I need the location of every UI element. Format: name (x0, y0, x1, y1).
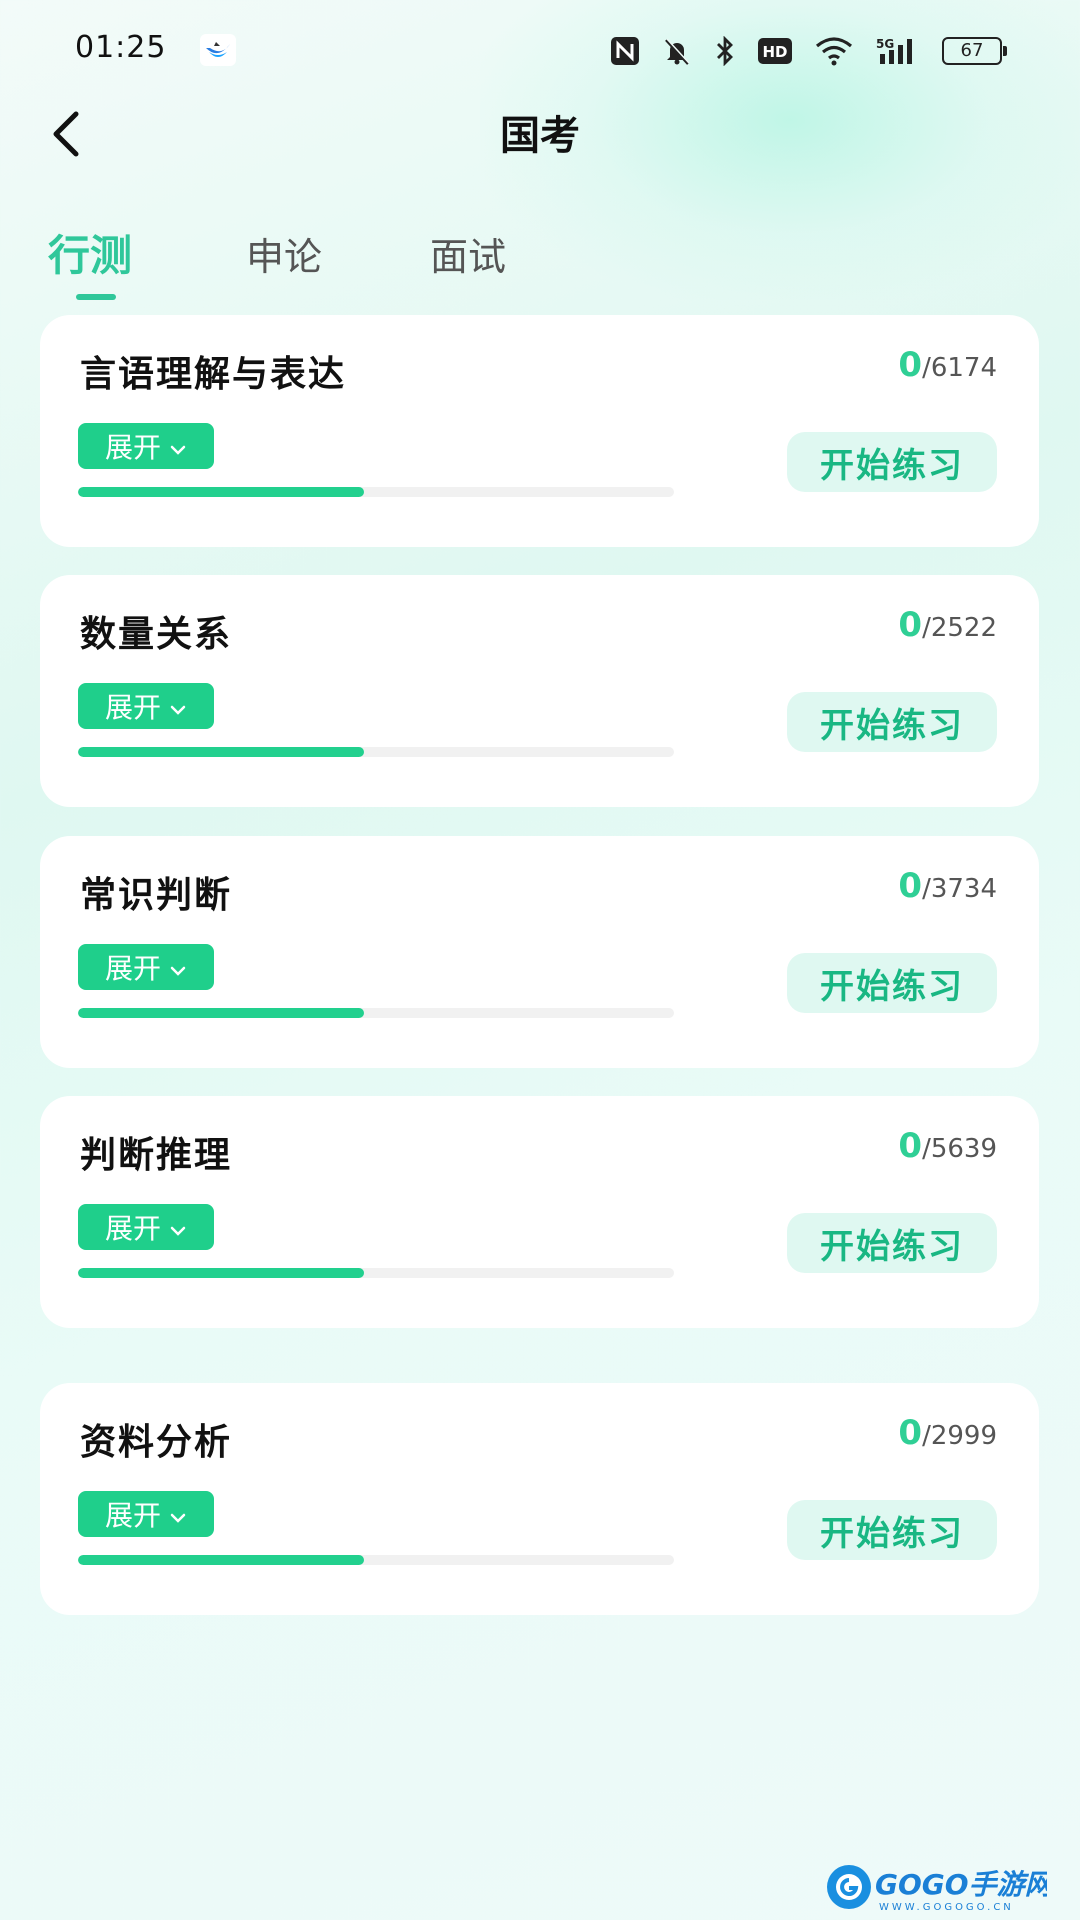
total-count: /5639 (922, 1134, 997, 1164)
progress-fill (78, 747, 365, 757)
watermark-subtext: WWW.GOGOGO.CN (879, 1902, 1014, 1913)
section-card: 资料分析 0/2999 展开 开始练习 (40, 1383, 1039, 1615)
section-title: 言语理解与表达 (80, 354, 347, 395)
5g-signal-icon: 5G (876, 36, 920, 66)
question-count: 0/2999 (898, 1413, 997, 1453)
chevron-down-icon (169, 690, 187, 723)
question-count: 0/5639 (898, 1126, 997, 1166)
status-icons: HD 5G 67 (610, 34, 1007, 68)
progress-fill (78, 1008, 365, 1018)
status-bar: 01:25 HD 5G 67 (0, 0, 1080, 100)
blue-bird-app-icon (200, 34, 236, 66)
total-count: /2522 (922, 613, 997, 643)
section-card: 判断推理 0/5639 展开 开始练习 (40, 1096, 1039, 1328)
nfc-icon (610, 36, 640, 66)
done-count: 0 (898, 1126, 923, 1166)
start-practice-button[interactable]: 开始练习 (787, 692, 997, 752)
watermark-text: GOGO手游网 (875, 1868, 1047, 1901)
section-card: 常识判断 0/3734 展开 开始练习 (40, 836, 1039, 1068)
section-card: 言语理解与表达 0/6174 展开 开始练习 (40, 315, 1039, 547)
expand-button[interactable]: 展开 (78, 1204, 214, 1250)
chevron-down-icon (169, 1498, 187, 1531)
chevron-down-icon (169, 951, 187, 984)
chevron-down-icon (169, 1211, 187, 1244)
watermark-logo: GOGO手游网 WWW.GOGOGO.CN (825, 1860, 1057, 1914)
expand-label: 展开 (104, 952, 161, 985)
question-count: 0/2522 (898, 605, 997, 645)
tab-xingce[interactable]: 行测 (48, 222, 132, 283)
battery-indicator: 67 (942, 37, 1007, 65)
expand-button[interactable]: 展开 (78, 944, 214, 990)
total-count: /2999 (922, 1421, 997, 1451)
svg-text:HD: HD (762, 43, 787, 61)
progress-bar (78, 487, 674, 497)
expand-button[interactable]: 展开 (78, 1491, 214, 1537)
start-practice-button[interactable]: 开始练习 (787, 1500, 997, 1560)
progress-bar (78, 1268, 674, 1278)
tab-mianshi[interactable]: 面试 (430, 226, 506, 281)
expand-label: 展开 (104, 1499, 161, 1532)
section-title: 资料分析 (80, 1422, 233, 1463)
section-card: 数量关系 0/2522 展开 开始练习 (40, 575, 1039, 807)
expand-label: 展开 (104, 431, 161, 464)
total-count: /6174 (922, 353, 997, 383)
status-time: 01:25 (75, 30, 167, 65)
start-practice-button[interactable]: 开始练习 (787, 432, 997, 492)
start-practice-button[interactable]: 开始练习 (787, 1213, 997, 1273)
page-title: 国考 (500, 113, 580, 159)
done-count: 0 (898, 605, 923, 645)
question-count: 0/6174 (898, 345, 997, 385)
svg-text:5G: 5G (876, 37, 894, 51)
expand-label: 展开 (104, 1212, 161, 1245)
expand-label: 展开 (104, 691, 161, 724)
progress-fill (78, 487, 365, 497)
total-count: /3734 (922, 874, 997, 904)
section-title: 数量关系 (80, 614, 233, 655)
progress-fill (78, 1268, 365, 1278)
bluetooth-icon (714, 36, 736, 66)
progress-bar (78, 1008, 674, 1018)
start-practice-button[interactable]: 开始练习 (787, 953, 997, 1013)
tab-shenlun[interactable]: 申论 (246, 226, 322, 281)
active-tab-indicator (76, 294, 116, 300)
progress-bar (78, 747, 674, 757)
bell-off-icon (662, 36, 692, 66)
wifi-icon (814, 36, 854, 66)
question-count: 0/3734 (898, 866, 997, 906)
progress-fill (78, 1555, 365, 1565)
section-title: 判断推理 (80, 1135, 233, 1176)
expand-button[interactable]: 展开 (78, 683, 214, 729)
done-count: 0 (898, 345, 923, 385)
chevron-down-icon (169, 430, 187, 463)
done-count: 0 (898, 866, 923, 906)
expand-button[interactable]: 展开 (78, 423, 214, 469)
progress-bar (78, 1555, 674, 1565)
done-count: 0 (898, 1413, 923, 1453)
hd-icon: HD (758, 36, 792, 66)
section-title: 常识判断 (80, 875, 233, 916)
